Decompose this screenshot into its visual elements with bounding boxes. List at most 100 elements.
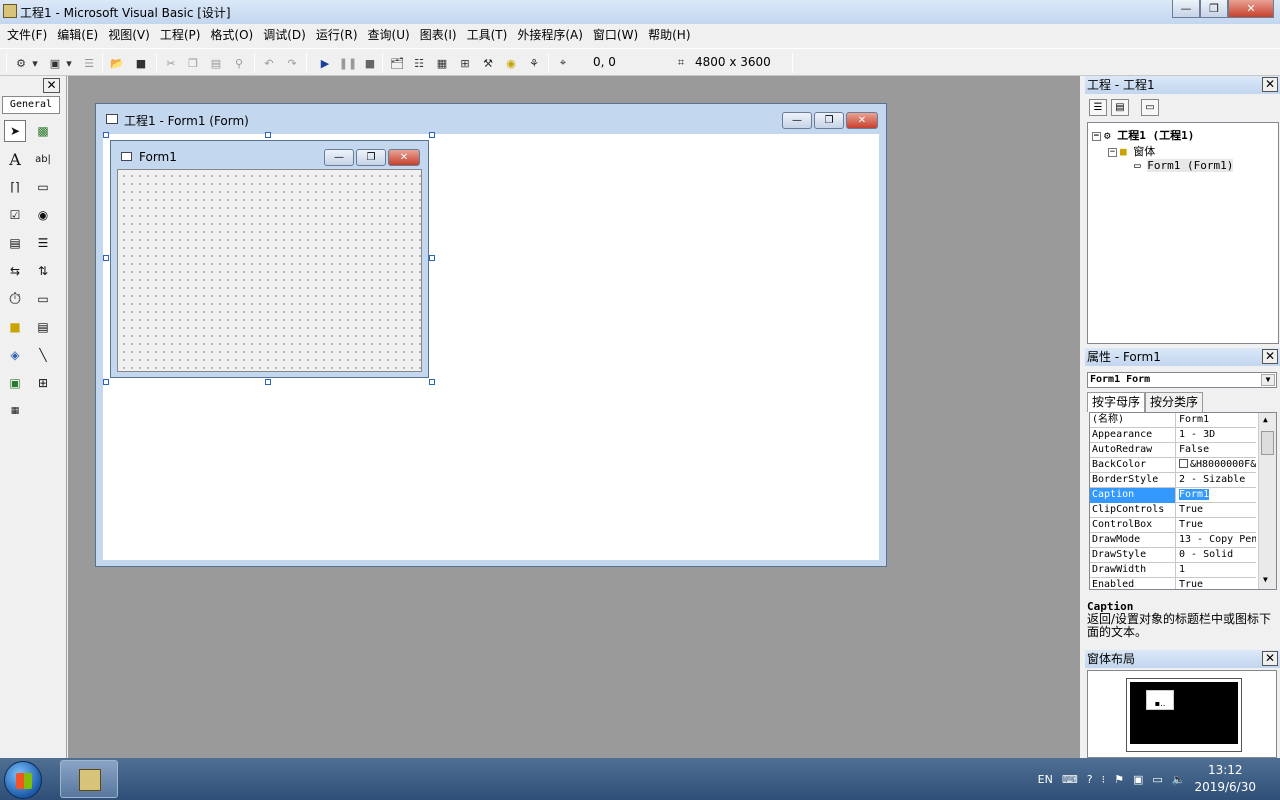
- property-grid-scrollbar[interactable]: ▲ ▼: [1258, 413, 1276, 589]
- frame-tool-icon[interactable]: ⌈⌉: [4, 176, 26, 198]
- tab-categorized[interactable]: 按分类序: [1145, 392, 1204, 412]
- property-row-selected[interactable]: Caption Form1: [1090, 488, 1256, 503]
- property-value[interactable]: True: [1177, 503, 1256, 518]
- tree-node-forms-folder[interactable]: − ■ 窗体: [1108, 143, 1155, 159]
- menu-tools[interactable]: 工具(T): [462, 24, 513, 46]
- menu-window[interactable]: 窗口(W): [588, 24, 643, 46]
- tree-node-form1[interactable]: ▭ Form1 (Form1): [1134, 159, 1234, 172]
- designer-minimize-button[interactable]: —: [782, 112, 812, 129]
- resize-handle-ne[interactable]: [429, 132, 435, 138]
- toggle-folders-icon[interactable]: ▭: [1141, 99, 1159, 116]
- commandbutton-tool-icon[interactable]: ▭: [32, 176, 54, 198]
- filelistbox-tool-icon[interactable]: ▤: [32, 316, 54, 338]
- volume-icon[interactable]: 🔈: [1172, 773, 1186, 786]
- property-value[interactable]: True: [1177, 578, 1256, 589]
- collapse-icon[interactable]: −: [1108, 147, 1117, 157]
- label-tool-icon[interactable]: A: [4, 148, 26, 170]
- menu-debug[interactable]: 调试(D): [258, 24, 311, 46]
- checkbox-tool-icon[interactable]: ☑: [4, 204, 26, 226]
- start-icon[interactable]: ▶: [316, 54, 334, 72]
- designer-restore-button[interactable]: ❐: [814, 112, 844, 129]
- resize-handle-w[interactable]: [103, 255, 109, 261]
- timer-tool-icon[interactable]: ⏱: [4, 288, 26, 310]
- properties-close-button[interactable]: ✕: [1262, 349, 1278, 364]
- toolbox-close-button[interactable]: ✕: [43, 78, 60, 93]
- data-tool-icon[interactable]: ⊞: [32, 372, 54, 394]
- language-indicator[interactable]: EN: [1038, 773, 1053, 786]
- stop-icon[interactable]: ■: [361, 54, 379, 72]
- property-row[interactable]: (名称) Form1: [1090, 413, 1256, 428]
- menu-addins[interactable]: 外接程序(A): [512, 24, 588, 46]
- restore-button[interactable]: ❐: [1200, 0, 1228, 18]
- flag-icon[interactable]: ⚑: [1114, 773, 1124, 786]
- open-folder-icon[interactable]: 📂: [108, 54, 126, 72]
- save-icon[interactable]: ■: [132, 54, 150, 72]
- data-view-icon[interactable]: ◉: [502, 54, 520, 72]
- menu-query[interactable]: 查询(U): [363, 24, 415, 46]
- optionbutton-tool-icon[interactable]: ◉: [32, 204, 54, 226]
- menu-format[interactable]: 格式(O): [205, 24, 258, 46]
- resize-handle-e[interactable]: [429, 255, 435, 261]
- view-object-icon[interactable]: ▤: [1111, 99, 1129, 116]
- undo-icon[interactable]: ↶: [260, 54, 278, 72]
- menu-project[interactable]: 工程(P): [155, 24, 206, 46]
- property-row[interactable]: Enabled True: [1090, 578, 1256, 589]
- chevron-down-icon[interactable]: ▾: [64, 54, 74, 72]
- help-icon[interactable]: ?: [1087, 773, 1093, 786]
- tab-alphabetic[interactable]: 按字母序: [1087, 392, 1146, 412]
- object-browser-icon[interactable]: ⊞: [456, 54, 474, 72]
- form1-grid-surface[interactable]: [117, 169, 422, 372]
- object-selector[interactable]: Form1 Form ▼: [1087, 372, 1277, 388]
- property-value[interactable]: 13 - Copy Pen: [1177, 533, 1256, 548]
- ime-options-icon[interactable]: ⁝: [1102, 773, 1106, 786]
- component-manager-icon[interactable]: ⚘: [525, 54, 543, 72]
- chevron-down-icon[interactable]: ▼: [1261, 374, 1275, 386]
- property-row[interactable]: ControlBox True: [1090, 518, 1256, 533]
- property-row[interactable]: ClipControls True: [1090, 503, 1256, 518]
- menu-run[interactable]: 运行(R): [311, 24, 363, 46]
- picturebox-tool-icon[interactable]: ▩: [32, 120, 54, 142]
- hscrollbar-tool-icon[interactable]: ⇆: [4, 260, 26, 282]
- property-value[interactable]: 1: [1177, 563, 1256, 578]
- resize-handle-sw[interactable]: [103, 379, 109, 385]
- menu-help[interactable]: 帮助(H): [643, 24, 695, 46]
- chevron-down-icon[interactable]: ▾: [30, 54, 40, 72]
- form-layout-icon[interactable]: ▦: [433, 54, 451, 72]
- paste-icon[interactable]: ▤: [207, 54, 225, 72]
- property-row[interactable]: AutoRedraw False: [1090, 443, 1256, 458]
- add-project-icon[interactable]: ⚙: [12, 54, 30, 72]
- property-row[interactable]: Appearance 1 - 3D: [1090, 428, 1256, 443]
- menu-file[interactable]: 文件(F): [2, 24, 52, 46]
- resize-handle-nw[interactable]: [103, 132, 109, 138]
- redo-icon[interactable]: ↷: [283, 54, 301, 72]
- system-clock[interactable]: 13:12 2019/6/30: [1194, 762, 1256, 796]
- project-explorer-icon[interactable]: 🗂: [388, 54, 406, 72]
- add-form-icon[interactable]: ▣: [46, 54, 64, 72]
- taskbar-vb-button[interactable]: [60, 760, 118, 798]
- toolbox-icon[interactable]: ⚒: [479, 54, 497, 72]
- pause-icon[interactable]: ❚❚: [339, 54, 357, 72]
- start-button[interactable]: [4, 761, 42, 799]
- toolbox-general-tab[interactable]: General: [2, 96, 60, 114]
- designer-close-button[interactable]: ✕: [846, 112, 878, 129]
- form-layout-close-button[interactable]: ✕: [1262, 651, 1278, 666]
- copy-icon[interactable]: ❐: [184, 54, 202, 72]
- form-position-preview[interactable]: ▪..: [1146, 690, 1174, 710]
- cut-icon[interactable]: ✂: [162, 54, 180, 72]
- resize-handle-se[interactable]: [429, 379, 435, 385]
- network-icon[interactable]: ▭: [1152, 773, 1162, 786]
- scroll-down-icon[interactable]: ▼: [1263, 575, 1268, 584]
- property-row[interactable]: DrawWidth 1: [1090, 563, 1256, 578]
- property-row[interactable]: BorderStyle 2 - Sizable: [1090, 473, 1256, 488]
- resize-handle-n[interactable]: [265, 132, 271, 138]
- device-icon[interactable]: ▣: [1133, 773, 1143, 786]
- vscrollbar-tool-icon[interactable]: ⇅: [32, 260, 54, 282]
- menu-edit[interactable]: 编辑(E): [52, 24, 103, 46]
- property-value[interactable]: Form1: [1177, 488, 1256, 503]
- properties-window-icon[interactable]: ☷: [410, 54, 428, 72]
- scrollbar-thumb[interactable]: [1261, 431, 1274, 455]
- pointer-tool-icon[interactable]: ➤: [4, 120, 26, 142]
- drivelistbox-tool-icon[interactable]: ▭: [32, 288, 54, 310]
- property-value[interactable]: True: [1177, 518, 1256, 533]
- property-row[interactable]: BackColor &H8000000F&: [1090, 458, 1256, 473]
